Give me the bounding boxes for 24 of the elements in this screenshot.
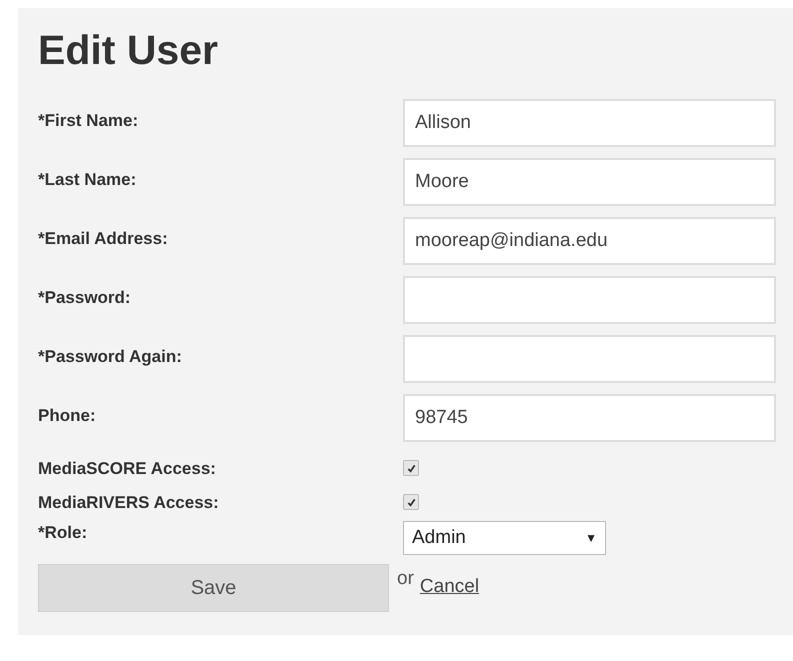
field-label: MediaRIVERS Access: <box>38 492 220 514</box>
field-label: *Password: <box>38 287 132 308</box>
input-field[interactable]: 98745 <box>403 394 776 442</box>
cancel-link[interactable]: Cancel <box>420 576 480 598</box>
input-field[interactable]: Allison <box>403 99 776 148</box>
page-title: Edit User <box>38 26 219 75</box>
field-label: *Email Address: <box>38 228 169 250</box>
field-label: *Last Name: <box>38 169 138 190</box>
checkmark-icon <box>406 498 416 507</box>
input-field[interactable] <box>403 276 776 324</box>
or-text: or <box>397 568 414 590</box>
field-label: *Password Again: <box>38 346 183 368</box>
field-label: *First Name: <box>38 110 140 132</box>
input-field[interactable]: Moore <box>403 158 776 206</box>
field-label: *Role: <box>38 522 88 544</box>
input-field[interactable]: mooreap@indiana.edu <box>403 217 776 266</box>
input-field[interactable] <box>403 335 776 384</box>
checkbox[interactable] <box>403 460 419 476</box>
save-button[interactable]: Save <box>38 564 389 612</box>
checkmark-icon <box>406 464 416 473</box>
field-label: MediaSCORE Access: <box>38 458 217 480</box>
role-dropdown[interactable]: Admin ▼ <box>403 521 606 556</box>
field-label: Phone: <box>38 405 97 426</box>
checkbox[interactable] <box>403 494 419 510</box>
